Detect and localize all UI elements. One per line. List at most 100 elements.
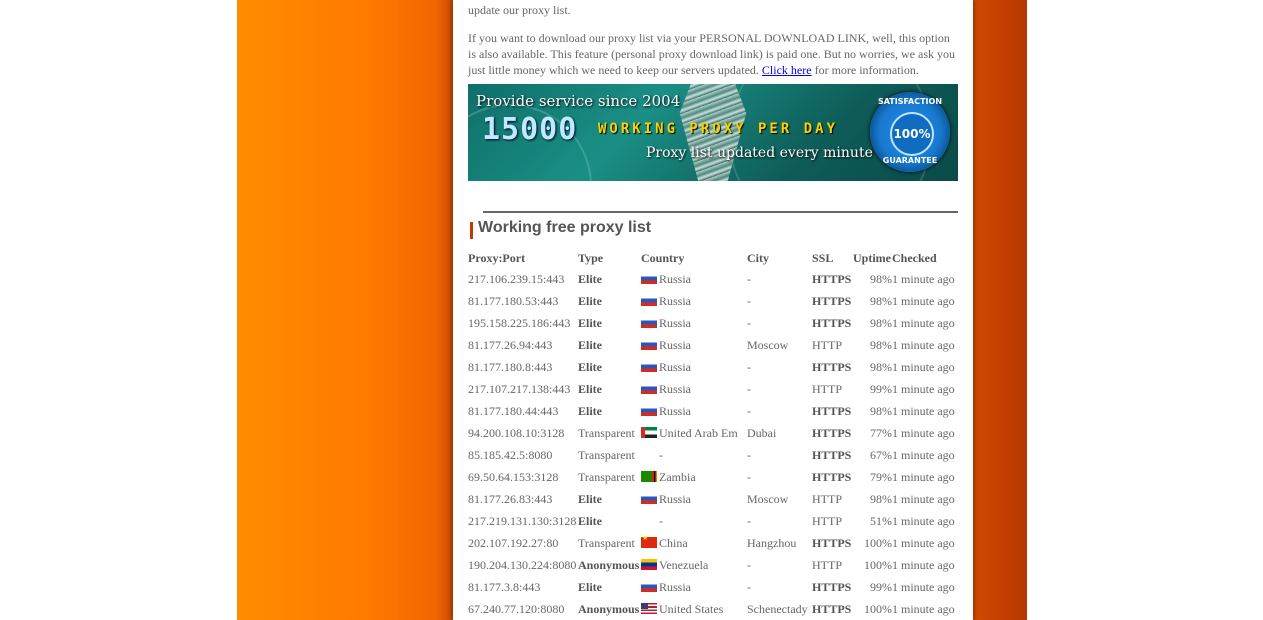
header-country[interactable]: Country: [641, 248, 747, 268]
cell-country: Zambia: [641, 466, 747, 488]
table-row: 85.185.42.5:8080 Transparent - - HTTPS 67% 1 m…: [468, 444, 958, 466]
cell-country: United States: [641, 598, 747, 620]
cell-type: Elite: [578, 337, 602, 352]
click-here-link[interactable]: Click here: [762, 63, 812, 77]
cell-proxy-port: 217.106.239.15:443: [468, 271, 565, 286]
banner-updated-text: Proxy list updated every minute: [646, 145, 873, 161]
flag-placeholder: [641, 514, 657, 525]
cell-type: Transparent: [578, 535, 635, 550]
header-ssl[interactable]: SSL: [812, 248, 853, 268]
section-title-text: Working free proxy list: [478, 219, 652, 236]
flag-placeholder: [641, 448, 657, 459]
cell-proxy-port: 81.177.26.83:443: [468, 491, 553, 506]
cell-city: -: [747, 447, 751, 462]
section-divider-accent: [468, 211, 483, 213]
cell-country-name: Russia: [659, 403, 692, 418]
cell-type: Elite: [578, 315, 602, 330]
cell-uptime: 98%: [870, 293, 892, 308]
cell-checked: 1 minute ago: [892, 271, 955, 286]
cell-city: Moscow: [747, 491, 789, 506]
table-row: 81.177.180.53:443 Elite Russia - HTTPS 98% 1 m…: [468, 290, 958, 312]
cell-country-name: Russia: [659, 293, 692, 308]
proxy-table: Proxy:Port Type Country City SSL Uptime …: [468, 248, 958, 620]
cell-ssl: HTTP: [812, 491, 842, 506]
cell-checked: 1 minute ago: [892, 359, 955, 374]
cell-checked: 1 minute ago: [892, 557, 955, 572]
cell-uptime: 79%: [870, 469, 892, 484]
cell-checked: 1 minute ago: [892, 425, 955, 440]
cell-country: Russia: [641, 488, 747, 510]
banner-working-text: WORKING PROXY PER DAY: [598, 121, 839, 137]
cell-checked: 1 minute ago: [892, 447, 955, 462]
cell-proxy-port: 81.177.180.8:443: [468, 359, 553, 374]
cell-ssl: HTTPS: [812, 425, 852, 440]
cell-type: Transparent: [578, 425, 635, 440]
section-title-bar: [470, 222, 473, 239]
section-divider: [468, 211, 958, 213]
flag-ru-icon: [641, 492, 657, 504]
table-row: 67.240.77.120:8080 Anonymous United States…: [468, 598, 958, 620]
header-type[interactable]: Type: [578, 248, 641, 268]
cell-city: Dubai: [747, 425, 777, 440]
header-proxy-port[interactable]: Proxy:Port: [468, 248, 578, 268]
cell-type: Anonymous: [578, 601, 640, 616]
cell-ssl: HTTPS: [812, 359, 852, 374]
cell-proxy-port: 202.107.192.27:80: [468, 535, 559, 550]
table-row: 94.200.108.10:3128 Transparent United Arab…: [468, 422, 958, 444]
cell-city: -: [747, 469, 751, 484]
cell-proxy-port: 81.177.26.94:443: [468, 337, 553, 352]
main-content: update our proxy list. If you want to do…: [453, 0, 973, 620]
cell-proxy-port: 94.200.108.10:3128: [468, 425, 565, 440]
flag-ru-icon: [641, 360, 657, 372]
cell-checked: 1 minute ago: [892, 293, 955, 308]
cell-checked: 1 minute ago: [892, 469, 955, 484]
cell-city: -: [747, 359, 751, 374]
cell-ssl: HTTP: [812, 337, 842, 352]
cell-checked: 1 minute ago: [892, 601, 955, 616]
cell-ssl: HTTPS: [812, 403, 852, 418]
cell-country: -: [641, 444, 747, 466]
cell-checked: 1 minute ago: [892, 579, 955, 594]
flag-ru-icon: [641, 272, 657, 284]
section-title: Working free proxy list: [468, 219, 651, 239]
header-uptime[interactable]: Uptime: [853, 248, 892, 268]
promo-banner[interactable]: Provide service since 2004 15000 WORKING…: [468, 84, 958, 181]
flag-ae-icon: [641, 426, 657, 438]
table-row: 190.204.130.224:8080 Anonymous Venezuela - H…: [468, 554, 958, 576]
header-checked[interactable]: Checked: [892, 248, 958, 268]
cell-country-name: United Arab Em: [659, 425, 738, 440]
table-row: 81.177.3.8:443 Elite Russia - HTTPS 99% 1 minu…: [468, 576, 958, 598]
header-city[interactable]: City: [747, 248, 812, 268]
cell-type: Elite: [578, 491, 602, 506]
flag-ru-icon: [641, 382, 657, 394]
proxy-table-body: 217.106.239.15:443 Elite Russia - HTTPS 98% 1 …: [468, 268, 958, 620]
cell-ssl: HTTP: [812, 513, 842, 528]
cell-proxy-port: 81.177.180.44:443: [468, 403, 559, 418]
flag-cn-icon: [641, 534, 657, 548]
cell-checked: 1 minute ago: [892, 535, 955, 550]
cell-country: Russia: [641, 290, 747, 312]
cell-city: -: [747, 315, 751, 330]
cell-uptime: 51%: [870, 513, 892, 528]
flag-ru-icon: [641, 316, 657, 328]
cell-uptime: 98%: [870, 337, 892, 352]
cell-checked: 1 minute ago: [892, 513, 955, 528]
table-row: 217.219.131.130:3128 Elite - - HTTP 51% 1 minu…: [468, 510, 958, 532]
cell-country: United Arab Em: [641, 422, 747, 444]
flag-ru-icon: [641, 338, 657, 350]
cell-checked: 1 minute ago: [892, 381, 955, 396]
cell-uptime: 100%: [864, 557, 892, 572]
cell-city: -: [747, 381, 751, 396]
cell-proxy-port: 217.219.131.130:3128: [468, 513, 577, 528]
cell-checked: 1 minute ago: [892, 337, 955, 352]
cell-city: -: [747, 557, 751, 572]
cell-country-name: China: [659, 535, 688, 550]
cell-city: Schenectady: [747, 601, 808, 616]
cell-uptime: 98%: [870, 403, 892, 418]
cell-uptime: 100%: [864, 601, 892, 616]
intro-paragraph-1: update our proxy list.: [468, 3, 571, 17]
cell-ssl: HTTPS: [812, 447, 852, 462]
cell-uptime: 98%: [870, 315, 892, 330]
banner-since-text: Provide service since 2004: [476, 92, 681, 110]
cell-city: -: [747, 293, 751, 308]
